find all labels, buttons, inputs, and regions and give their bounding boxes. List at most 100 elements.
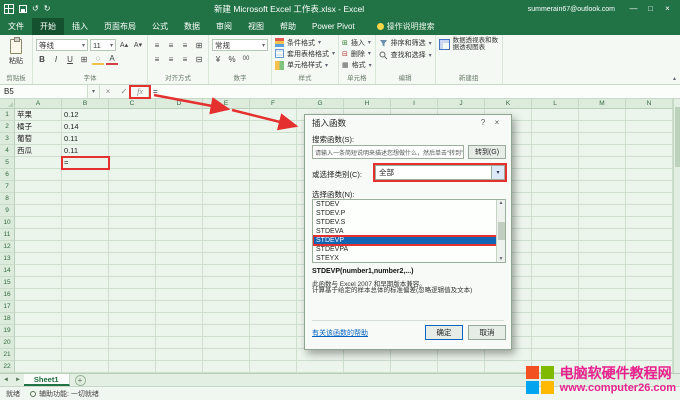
cell-C4[interactable]	[109, 145, 156, 157]
tab-help[interactable]: 帮助	[272, 18, 304, 35]
cell-L20[interactable]	[532, 337, 579, 349]
tab-review[interactable]: 审阅	[208, 18, 240, 35]
cell-D9[interactable]	[156, 205, 203, 217]
row-header-10[interactable]: 10	[0, 217, 15, 229]
cell-E14[interactable]	[203, 265, 250, 277]
row-header-11[interactable]: 11	[0, 229, 15, 241]
cell-F21[interactable]	[250, 349, 297, 361]
cell-N16[interactable]	[626, 289, 673, 301]
percent-format-icon[interactable]: %	[226, 53, 238, 65]
tab-view[interactable]: 视图	[240, 18, 272, 35]
wrap-text-icon[interactable]: ⊞	[193, 39, 205, 51]
cell-L19[interactable]	[532, 325, 579, 337]
cell-A10[interactable]	[15, 217, 62, 229]
cell-N5[interactable]	[626, 157, 673, 169]
cell-D17[interactable]	[156, 301, 203, 313]
scroll-down-icon[interactable]: ▼	[499, 256, 504, 262]
cell-L17[interactable]	[532, 301, 579, 313]
cell-D20[interactable]	[156, 337, 203, 349]
row-header-22[interactable]: 22	[0, 361, 15, 373]
column-header-I[interactable]: I	[391, 99, 438, 109]
format-as-table-button[interactable]: 套用表格格式 ▾	[275, 48, 335, 59]
cell-E22[interactable]	[203, 361, 250, 373]
maximize-button[interactable]: □	[642, 0, 659, 18]
column-header-G[interactable]: G	[297, 99, 344, 109]
vertical-scrollbar[interactable]	[673, 99, 680, 373]
cell-F13[interactable]	[250, 253, 297, 265]
paste-button[interactable]: 粘贴	[3, 37, 29, 66]
cell-M21[interactable]	[579, 349, 626, 361]
cell-N8[interactable]	[626, 193, 673, 205]
cell-M1[interactable]	[579, 109, 626, 121]
dialog-help-icon[interactable]: ?	[476, 118, 490, 127]
cell-F9[interactable]	[250, 205, 297, 217]
cell-L16[interactable]	[532, 289, 579, 301]
cell-N3[interactable]	[626, 133, 673, 145]
row-header-21[interactable]: 21	[0, 349, 15, 361]
cell-M14[interactable]	[579, 265, 626, 277]
cell-D22[interactable]	[156, 361, 203, 373]
cell-A17[interactable]	[15, 301, 62, 313]
align-bottom-icon[interactable]: ≡	[179, 39, 191, 51]
cell-C16[interactable]	[109, 289, 156, 301]
dialog-title-bar[interactable]: 插入函数 ? ×	[305, 115, 511, 130]
conditional-formatting-button[interactable]: 条件格式 ▾	[275, 37, 335, 48]
insert-function-button[interactable]: fx	[132, 85, 148, 98]
column-header-J[interactable]: J	[438, 99, 485, 109]
cell-M12[interactable]	[579, 241, 626, 253]
cell-C7[interactable]	[109, 181, 156, 193]
cell-N1[interactable]	[626, 109, 673, 121]
name-box[interactable]: B5	[0, 85, 88, 98]
ok-button[interactable]: 确定	[425, 325, 463, 340]
cell-M7[interactable]	[579, 181, 626, 193]
cell-L18[interactable]	[532, 313, 579, 325]
borders-icon[interactable]: ⊞	[78, 53, 90, 65]
cell-E5[interactable]	[203, 157, 250, 169]
cancel-entry-icon[interactable]: ×	[100, 85, 116, 98]
cell-F5[interactable]	[250, 157, 297, 169]
undo-icon[interactable]: ↺	[32, 5, 39, 13]
tab-file[interactable]: 文件	[0, 18, 32, 35]
cell-L12[interactable]	[532, 241, 579, 253]
align-top-icon[interactable]: ≡	[151, 39, 163, 51]
cell-N2[interactable]	[626, 121, 673, 133]
tab-insert[interactable]: 插入	[64, 18, 96, 35]
cell-A4[interactable]: 西瓜	[15, 145, 62, 157]
cell-A7[interactable]	[15, 181, 62, 193]
cell-N12[interactable]	[626, 241, 673, 253]
row-header-9[interactable]: 9	[0, 205, 15, 217]
accessibility-status[interactable]: 辅助功能: 一切就绪	[30, 389, 99, 399]
cell-A16[interactable]	[15, 289, 62, 301]
cell-L11[interactable]	[532, 229, 579, 241]
cell-B14[interactable]	[62, 265, 109, 277]
row-header-4[interactable]: 4	[0, 145, 15, 157]
column-header-N[interactable]: N	[626, 99, 673, 109]
cell-E16[interactable]	[203, 289, 250, 301]
tab-formulas[interactable]: 公式	[144, 18, 176, 35]
list-scrollbar[interactable]: ▲ ▼	[496, 200, 505, 262]
cell-N18[interactable]	[626, 313, 673, 325]
cell-B22[interactable]	[62, 361, 109, 373]
cell-E12[interactable]	[203, 241, 250, 253]
cell-N14[interactable]	[626, 265, 673, 277]
column-header-K[interactable]: K	[485, 99, 532, 109]
cell-C8[interactable]	[109, 193, 156, 205]
cell-F7[interactable]	[250, 181, 297, 193]
cell-I22[interactable]	[391, 361, 438, 373]
cell-N13[interactable]	[626, 253, 673, 265]
cell-F19[interactable]	[250, 325, 297, 337]
cell-D3[interactable]	[156, 133, 203, 145]
cell-M17[interactable]	[579, 301, 626, 313]
cell-A3[interactable]: 葡萄	[15, 133, 62, 145]
cell-D14[interactable]	[156, 265, 203, 277]
cell-C9[interactable]	[109, 205, 156, 217]
column-header-L[interactable]: L	[532, 99, 579, 109]
collapse-ribbon-icon[interactable]: ▴	[673, 75, 676, 82]
cell-C15[interactable]	[109, 277, 156, 289]
cell-B6[interactable]	[62, 169, 109, 181]
cell-B2[interactable]: 0.14	[62, 121, 109, 133]
cell-N4[interactable]	[626, 145, 673, 157]
tab-home[interactable]: 开始	[32, 18, 64, 35]
cell-A14[interactable]	[15, 265, 62, 277]
currency-format-icon[interactable]: ¥	[212, 53, 224, 65]
